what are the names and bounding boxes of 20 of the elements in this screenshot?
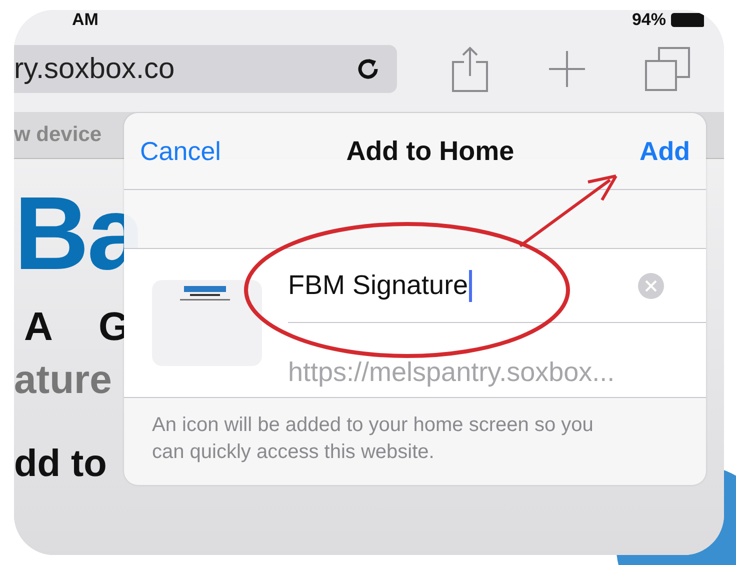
url-text: ry.soxbox.co	[14, 52, 175, 86]
new-tab-button[interactable]	[547, 49, 587, 89]
dialog-footer-text: An icon will be added to your home screen so you can quickly access this website.	[151, 413, 594, 465]
name-field[interactable]: FBM Signature	[288, 270, 472, 302]
site-icon	[152, 280, 262, 366]
x-icon	[645, 280, 657, 292]
browser-tab[interactable]: w device	[14, 123, 102, 147]
battery-icon	[670, 12, 704, 28]
address-bar[interactable]: ry.soxbox.co	[14, 45, 397, 93]
add-button[interactable]: Add	[639, 136, 690, 166]
status-time: AM	[72, 10, 98, 30]
tagline: ature	[14, 358, 112, 403]
tabs-button[interactable]	[645, 47, 691, 91]
share-button[interactable]	[451, 46, 489, 92]
page-heading: dd to	[14, 443, 107, 486]
clear-button[interactable]	[638, 272, 664, 298]
url-field: https://melspantry.soxbox...	[288, 357, 615, 387]
battery-percentage: 94%	[632, 10, 666, 30]
cancel-button[interactable]: Cancel	[140, 136, 221, 166]
dialog-title: Add to Home	[346, 136, 514, 166]
